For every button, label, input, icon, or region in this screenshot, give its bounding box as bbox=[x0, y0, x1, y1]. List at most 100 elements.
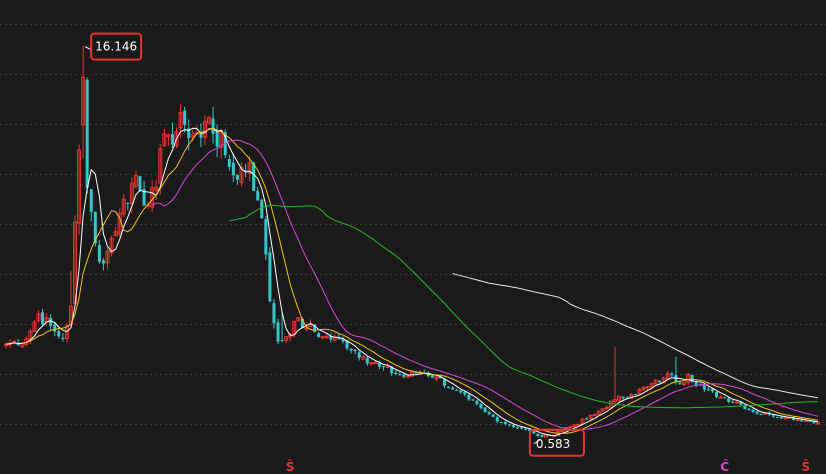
candle-body bbox=[280, 340, 284, 342]
candle-body bbox=[272, 303, 276, 324]
candle bbox=[32, 319, 37, 332]
candle-body bbox=[479, 404, 483, 408]
candle-body bbox=[779, 416, 783, 419]
candle-body bbox=[430, 375, 434, 378]
candle-body bbox=[463, 392, 467, 395]
candle-body bbox=[800, 419, 804, 422]
candle-body bbox=[495, 417, 499, 422]
candle-body bbox=[585, 418, 589, 420]
chart-background bbox=[0, 0, 826, 474]
candle-body bbox=[633, 394, 637, 396]
candle-body bbox=[252, 162, 256, 191]
candle-body bbox=[621, 396, 625, 399]
candle-body bbox=[512, 425, 515, 428]
candle-body bbox=[471, 399, 475, 401]
candle-body bbox=[520, 427, 524, 429]
candle-body bbox=[53, 324, 57, 332]
candle bbox=[483, 407, 487, 413]
candle-body bbox=[317, 333, 321, 338]
candle-body bbox=[382, 366, 386, 368]
candle bbox=[264, 215, 268, 260]
candle-body bbox=[670, 373, 674, 375]
candle-body bbox=[97, 245, 101, 262]
candle-body bbox=[487, 411, 491, 415]
candle-body bbox=[475, 400, 479, 405]
candle-body bbox=[138, 176, 142, 191]
candle bbox=[276, 318, 280, 345]
candle-body bbox=[702, 384, 706, 390]
candle bbox=[77, 144, 82, 236]
candle-body bbox=[256, 191, 260, 201]
candle-body bbox=[199, 133, 203, 138]
candle-body bbox=[483, 407, 487, 413]
low-value-label: 0.583 bbox=[536, 437, 570, 451]
candle-body bbox=[576, 423, 581, 426]
candle-body bbox=[532, 431, 536, 434]
candle-body bbox=[751, 409, 755, 413]
candle-body bbox=[516, 427, 520, 429]
candle-body bbox=[795, 418, 800, 421]
candle bbox=[109, 235, 114, 257]
candle-body bbox=[459, 390, 463, 393]
candlestick-chart[interactable]: 16.146 0.583 Ŝ Ĉ Ŝ bbox=[0, 0, 826, 474]
candle-body bbox=[747, 408, 751, 411]
candle-body bbox=[771, 415, 775, 417]
candle-body bbox=[467, 394, 471, 400]
candle-body bbox=[41, 312, 45, 324]
candle-body bbox=[755, 411, 759, 414]
chart-canvas[interactable]: 16.146 0.583 Ŝ Ĉ Ŝ bbox=[0, 0, 826, 474]
candle bbox=[600, 408, 605, 412]
candle-body bbox=[101, 260, 105, 264]
candle-body bbox=[170, 134, 174, 145]
candle-body bbox=[658, 380, 662, 383]
candle-body bbox=[264, 219, 268, 255]
signal-marker: Ŝ bbox=[801, 459, 810, 474]
signal-marker: Ĉ bbox=[720, 459, 729, 474]
candle-body bbox=[451, 387, 455, 390]
candle bbox=[596, 410, 601, 416]
candle-body bbox=[227, 159, 231, 167]
candle bbox=[260, 198, 264, 219]
candle-body bbox=[57, 331, 61, 337]
candle-body bbox=[365, 358, 369, 364]
candle-body bbox=[731, 401, 735, 403]
candle-body bbox=[491, 414, 495, 417]
candle-body bbox=[715, 391, 718, 398]
candle bbox=[588, 414, 593, 420]
candle bbox=[138, 175, 142, 193]
candle-body bbox=[775, 417, 779, 419]
candle-body bbox=[524, 428, 528, 430]
candle-body bbox=[215, 130, 219, 147]
candle bbox=[268, 247, 272, 303]
candle-body bbox=[49, 317, 53, 326]
candle-body bbox=[373, 362, 378, 365]
signal-marker: Ŝ bbox=[286, 459, 295, 474]
candle-body bbox=[803, 419, 808, 422]
candle-body bbox=[536, 433, 540, 437]
candle bbox=[73, 215, 78, 305]
candle-body bbox=[592, 414, 597, 417]
candle-body bbox=[89, 189, 93, 212]
candle-body bbox=[349, 348, 353, 351]
candle-body bbox=[385, 365, 390, 368]
candle-body bbox=[276, 322, 280, 342]
candle-body bbox=[211, 118, 215, 134]
high-value-label: 16.146 bbox=[95, 40, 137, 54]
candle-body bbox=[126, 202, 130, 204]
candle-body bbox=[398, 374, 402, 376]
candle-body bbox=[718, 396, 723, 399]
candle bbox=[572, 424, 577, 428]
candle-body bbox=[183, 110, 187, 125]
candle bbox=[653, 379, 658, 385]
candle-body bbox=[734, 401, 739, 404]
candle-body bbox=[85, 79, 89, 188]
candle-body bbox=[260, 199, 264, 219]
candle-body bbox=[394, 372, 398, 374]
candle-body bbox=[678, 382, 682, 385]
candle bbox=[430, 375, 434, 379]
candle-body bbox=[353, 349, 357, 352]
candle-body bbox=[723, 397, 727, 399]
candle-body bbox=[324, 335, 329, 338]
candle-body bbox=[447, 386, 451, 388]
candle-body bbox=[507, 424, 511, 426]
